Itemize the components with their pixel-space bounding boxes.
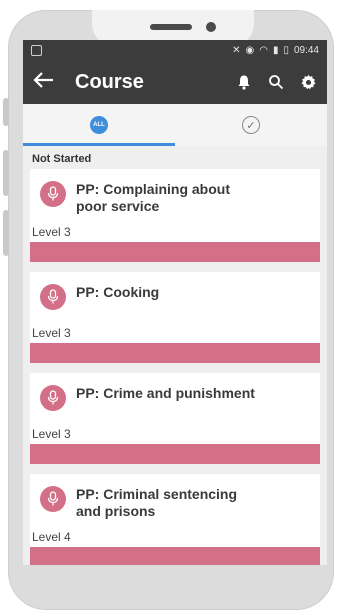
tab-bar: ALL ✓ bbox=[23, 104, 327, 146]
page-title: Course bbox=[75, 70, 144, 93]
course-card[interactable]: PP: Complaining about poor service Level… bbox=[30, 169, 320, 262]
tab-all[interactable]: ALL bbox=[23, 104, 175, 146]
notifications-button[interactable] bbox=[235, 73, 253, 91]
course-card[interactable]: PP: Criminal sentencing and prisons Leve… bbox=[30, 474, 320, 565]
signal-icon: ▮ bbox=[272, 44, 279, 56]
microphone-icon bbox=[40, 284, 66, 310]
bell-icon bbox=[238, 75, 250, 90]
notification-icon bbox=[31, 44, 42, 56]
section-title: Not Started bbox=[32, 153, 92, 165]
mute-icon: ✕ bbox=[232, 44, 241, 56]
arrow-left-icon bbox=[33, 72, 53, 88]
settings-button[interactable] bbox=[299, 73, 317, 91]
phone-camera bbox=[206, 22, 216, 32]
course-title: PP: Criminal sentencing and prisons bbox=[76, 486, 238, 519]
progress-bar bbox=[30, 343, 320, 363]
progress-bar bbox=[30, 547, 320, 565]
gear-icon bbox=[300, 74, 316, 89]
progress-bar bbox=[30, 242, 320, 262]
course-level: Level 3 bbox=[32, 427, 71, 441]
phone-speaker bbox=[150, 24, 192, 30]
wifi-icon: ◠ bbox=[259, 44, 268, 56]
status-bar: ✕ ◉ ◠ ▮ ▯ 09:44 bbox=[23, 40, 327, 60]
search-button[interactable] bbox=[267, 73, 285, 91]
course-card[interactable]: PP: Crime and punishment Level 3 bbox=[30, 373, 320, 464]
status-time: 09:44 bbox=[293, 44, 319, 56]
course-title: PP: Cooking bbox=[76, 284, 160, 300]
alarm-icon: ◉ bbox=[245, 44, 255, 56]
phone-side-button bbox=[3, 98, 9, 126]
course-level: Level 4 bbox=[32, 530, 71, 544]
microphone-icon bbox=[40, 486, 66, 512]
phone-side-button bbox=[3, 210, 9, 256]
tab-completed[interactable]: ✓ bbox=[175, 104, 327, 146]
course-card[interactable]: PP: Cooking Level 3 bbox=[30, 272, 320, 363]
app-screen: ✕ ◉ ◠ ▮ ▯ 09:44 Course ALL ✓ Not Started… bbox=[23, 40, 327, 565]
all-badge-icon: ALL bbox=[90, 116, 108, 134]
check-circle-icon: ✓ bbox=[242, 116, 260, 134]
phone-side-button bbox=[3, 150, 9, 196]
course-level: Level 3 bbox=[32, 225, 71, 239]
app-bar: Course bbox=[23, 60, 327, 104]
course-title: PP: Complaining about poor service bbox=[76, 181, 230, 214]
progress-bar bbox=[30, 444, 320, 464]
search-icon bbox=[269, 75, 284, 90]
back-button[interactable] bbox=[33, 71, 61, 93]
battery-icon: ▯ bbox=[283, 44, 289, 56]
microphone-icon bbox=[40, 385, 66, 411]
course-title: PP: Crime and punishment bbox=[76, 385, 255, 401]
microphone-icon bbox=[40, 181, 66, 207]
course-level: Level 3 bbox=[32, 326, 71, 340]
